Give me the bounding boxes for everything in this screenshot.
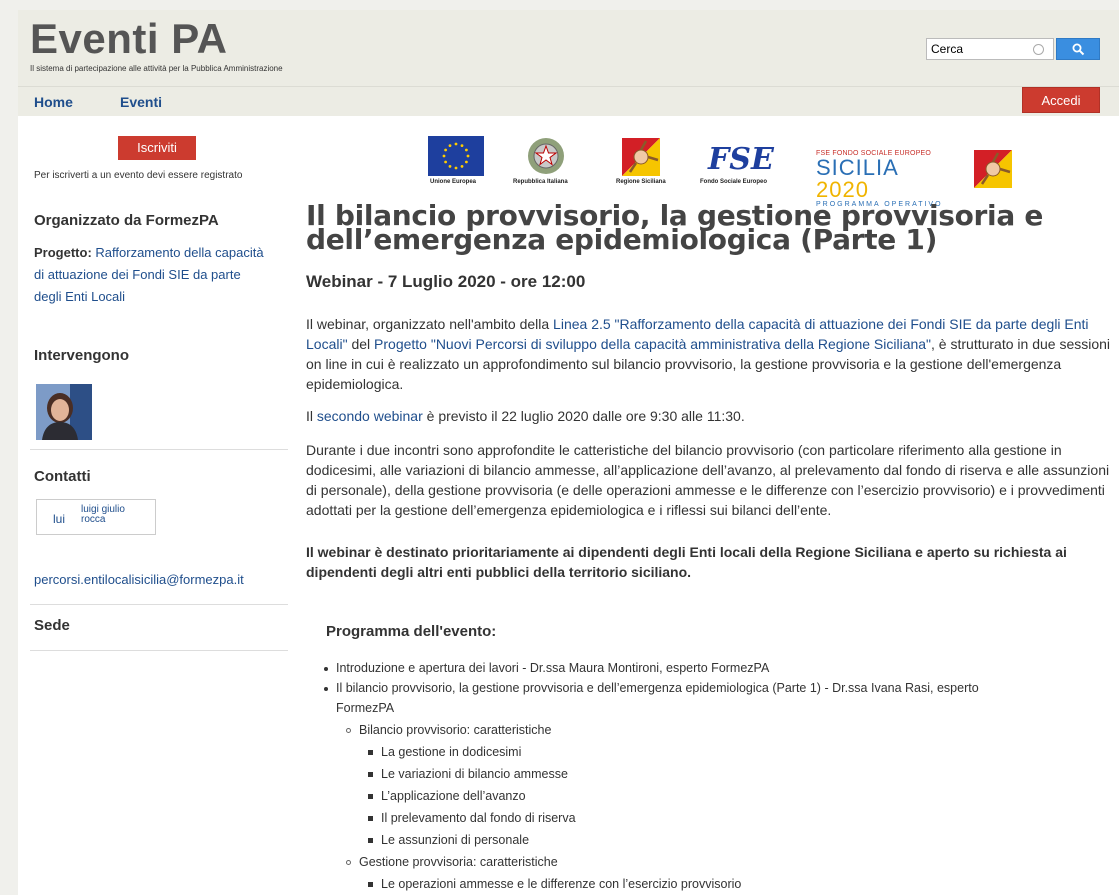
list-item-text: Le variazioni di bilancio ammesse (381, 767, 568, 781)
fse-caption: Fondo Sociale Europeo (700, 179, 768, 185)
project-label: Progetto: (34, 245, 92, 260)
list-item-text: La gestione in dodicesimi (381, 745, 522, 759)
sicily-caption: Regione Siciliana (616, 179, 666, 185)
bullet-icon (324, 686, 328, 691)
italy-emblem-icon (528, 138, 564, 174)
speaker-photo (36, 384, 92, 440)
intro-paragraph: Il webinar, organizzato nell'ambito dell… (306, 314, 1116, 394)
list-item-text: Il bilancio provvisorio, la gestione pro… (336, 681, 979, 695)
site-tagline: Il sistema di partecipazione alle attivi… (30, 64, 283, 73)
list-item: Le operazioni ammesse e le differenze co… (368, 874, 741, 894)
bullet-icon (368, 772, 373, 778)
event-title: Il bilancio provvisorio, la gestione pro… (306, 199, 1044, 256)
sidebar-divider (30, 650, 288, 651)
list-item: Il bilancio provvisorio, la gestione pro… (324, 678, 979, 698)
po-line2: SICILIA 2020 (816, 157, 956, 201)
description-paragraph: Durante i due incontri sono approfondite… (306, 442, 1110, 518)
main-nav: Home Eventi Accedi (18, 86, 1119, 116)
italy-caption: Repubblica Italiana (513, 179, 568, 185)
contact-card[interactable]: lui luigi giulio rocca (36, 499, 156, 535)
fse-logo-mark: FSE (708, 142, 774, 177)
contact-name[interactable]: luigi giulio rocca (81, 505, 151, 525)
site-title[interactable]: Eventi PA (30, 16, 227, 62)
list-item: Le assunzioni di personale (368, 830, 529, 850)
intro-text: Il webinar, organizzato nell'ambito dell… (306, 316, 554, 332)
list-item-text: Gestione provvisoria: caratteristiche (359, 855, 558, 869)
list-item-text: Le operazioni ammesse e le differenze co… (381, 877, 742, 891)
intro-text: del (347, 336, 375, 352)
search-input[interactable] (931, 41, 1031, 57)
site-header: Eventi PA Il sistema di partecipazione a… (18, 10, 1119, 86)
list-item: Bilancio provvisorio: caratteristiche (346, 720, 551, 740)
program-heading: Programma dell'evento: (326, 623, 497, 640)
contact-nick[interactable]: lui (53, 512, 65, 526)
webinar-text: Il (306, 408, 317, 424)
list-item: Introduzione e apertura dei lavori - Dr.… (324, 658, 769, 678)
event-subtitle: Webinar - 7 Luglio 2020 - ore 12:00 (306, 272, 586, 291)
list-item-text: Le assunzioni di personale (381, 833, 530, 847)
list-item-text: L’applicazione dell’avanzo (381, 789, 526, 803)
bullet-icon (368, 882, 373, 888)
venue-heading: Sede (34, 617, 70, 634)
eu-caption: Unione Europea (430, 179, 477, 185)
bullet-icon (368, 816, 373, 822)
bullet-icon (346, 860, 351, 866)
sidebar-divider (30, 449, 288, 450)
funding-logos: Unione Europea Repubblica Italiana Regio… (288, 116, 1118, 208)
list-item: L’applicazione dell’avanzo (368, 786, 526, 806)
clear-icon[interactable] (1033, 44, 1044, 55)
speaker-avatar[interactable] (36, 384, 92, 440)
webinar-text: è previsto il 22 luglio 2020 dalle ore 9… (422, 408, 745, 424)
contact-email[interactable]: percorsi.entilocalisicilia@formezpa.it (34, 572, 244, 587)
list-item: Gestione provvisoria: caratteristiche (346, 852, 558, 872)
page: Eventi PA Il sistema di partecipazione a… (18, 10, 1119, 895)
eu-flag-icon (428, 136, 484, 176)
search-button[interactable] (1056, 38, 1100, 60)
organizer-heading: Organizzato da FormezPA (34, 212, 219, 229)
sicily-trinacria-icon (622, 138, 660, 176)
list-item-text: Bilancio provvisorio: caratteristiche (359, 723, 552, 737)
contacts-heading: Contatti (34, 468, 91, 485)
second-webinar-paragraph: Il secondo webinar è previsto il 22 lugl… (306, 406, 1116, 426)
bullet-icon (346, 728, 351, 734)
bullet-icon (368, 838, 373, 844)
search-icon (1072, 43, 1085, 56)
project-link[interactable]: Progetto "Nuovi Percorsi di sviluppo del… (374, 336, 931, 352)
signup-note: Per iscriverti a un evento devi essere r… (34, 170, 243, 181)
login-button[interactable]: Accedi (1022, 87, 1100, 113)
signup-button[interactable]: Iscriviti (118, 136, 196, 160)
nav-home[interactable]: Home (34, 94, 73, 110)
list-item: La gestione in dodicesimi (368, 742, 521, 762)
audience-paragraph: Il webinar è destinato prioritariamente … (306, 544, 1067, 580)
list-item-text: Introduzione e apertura dei lavori - Dr.… (336, 661, 770, 675)
search-box[interactable] (926, 38, 1054, 60)
list-item: Il prelevamento dal fondo di riserva (368, 808, 576, 828)
sidebar-divider (30, 604, 288, 605)
bullet-icon (368, 750, 373, 756)
event-content: Il bilancio provvisorio, la gestione pro… (288, 196, 1119, 895)
sicily-trinacria-icon (974, 150, 1012, 188)
second-webinar-link[interactable]: secondo webinar (317, 408, 423, 424)
nav-eventi[interactable]: Eventi (120, 94, 162, 110)
list-item-continuation: FormezPA (336, 701, 395, 715)
bullet-icon (324, 666, 328, 671)
bullet-icon (368, 794, 373, 800)
list-item: Le variazioni di bilancio ammesse (368, 764, 568, 784)
list-item-text: Il prelevamento dal fondo di riserva (381, 811, 576, 825)
sidebar: Iscriviti Per iscriverti a un evento dev… (18, 116, 288, 895)
speakers-heading: Intervengono (34, 347, 130, 364)
project-info: Progetto: Rafforzamento della capacità d… (34, 242, 266, 308)
